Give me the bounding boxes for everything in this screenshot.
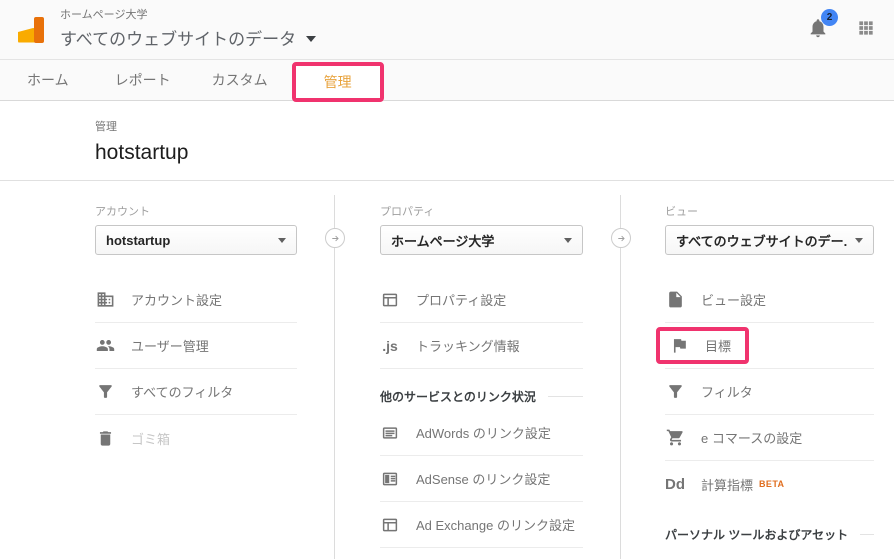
menu-item-label: e コマースの設定	[701, 431, 803, 446]
menu-item-label: AdSense のリンク設定	[416, 472, 551, 487]
column-label: プロパティ	[380, 206, 435, 218]
menu-item-adsense-link[interactable]: AdSense のリンク設定	[380, 456, 583, 502]
column-property: プロパティ ホームページ大学 プロパティ設定 .js トラッキング情報他のサービス…	[380, 203, 583, 548]
column-arrow-button[interactable]	[325, 228, 345, 248]
notifications-button[interactable]: 2	[807, 8, 838, 44]
page-title-bar: 管理 hotstartup	[0, 101, 894, 181]
column-label: アカウント	[95, 206, 150, 218]
view-selector[interactable]: すべてのウェブサイトのデー...	[665, 225, 874, 255]
file-icon	[665, 290, 685, 309]
column-divider	[620, 195, 621, 559]
menu-item-label: 計算指標	[701, 477, 754, 493]
filter-icon	[95, 382, 115, 401]
highlight-box-admin-tab: 管理	[291, 62, 384, 102]
highlight-box-goals: 目標	[656, 327, 750, 364]
tab-custom[interactable]: カスタム	[212, 70, 268, 90]
menu-item-account-settings[interactable]: アカウント設定	[95, 277, 297, 323]
caret-down-icon	[306, 35, 317, 42]
view-selector[interactable]: すべてのウェブサイトのデータ	[60, 25, 317, 50]
layout-outline-icon	[380, 291, 400, 309]
selected-value: hotstartup	[106, 232, 171, 248]
main-nav: ホーム レポート カスタム 管理	[0, 60, 894, 102]
header-actions: 2	[807, 0, 876, 60]
menu-item-label: ビュー設定	[701, 293, 767, 308]
account-name-label: ホームページ大学	[60, 9, 148, 21]
menu-item-view-settings[interactable]: ビュー設定	[665, 277, 874, 323]
filter-icon	[665, 382, 685, 401]
property-menu: プロパティ設定 .js トラッキング情報他のサービスとのリンク状況 AdWords…	[380, 277, 583, 548]
account-menu: アカウント設定 ユーザー管理 すべてのフィルタ ゴミ箱	[95, 277, 297, 461]
account-selector[interactable]: hotstartup	[95, 225, 297, 255]
menu-item-adwords-link[interactable]: AdWords のリンク設定	[380, 410, 583, 456]
menu-item-adexchange-link[interactable]: Ad Exchange のリンク設定	[380, 502, 583, 548]
caret-down-icon	[564, 237, 572, 243]
property-selector[interactable]: ホームページ大学	[380, 225, 583, 255]
view-menu: ビュー設定 目標 フィルタ e コマースの設定 Dd 計算指標 BETA パーソナル …	[656, 277, 874, 548]
view-selector-label: すべてのウェブサイトのデータ	[60, 30, 297, 49]
layout-outline-icon	[380, 516, 400, 534]
menu-item-goals[interactable]: 目標	[656, 323, 874, 369]
trash-icon	[95, 429, 115, 448]
column-view: ビュー すべてのウェブサイトのデー... ビュー設定 目標 フィルタ e コマー…	[656, 203, 874, 548]
menu-item-label: 目標	[705, 339, 732, 354]
notification-count-badge: 2	[821, 8, 838, 26]
flag-icon	[669, 336, 689, 355]
tab-home[interactable]: ホーム	[27, 70, 69, 90]
menu-item-calculated-metrics[interactable]: Dd 計算指標 BETA	[665, 461, 874, 507]
people-icon	[95, 336, 115, 355]
menu-item-label: ユーザー管理	[131, 339, 209, 354]
caret-down-icon	[278, 237, 286, 243]
section-label: 他のサービスとのリンク状況	[380, 389, 536, 404]
layout-filled-icon	[380, 470, 400, 488]
bell-icon	[807, 18, 829, 43]
dd-icon: Dd	[665, 475, 685, 493]
lines-icon	[380, 424, 400, 442]
cart-icon	[665, 428, 685, 447]
section-header: パーソナル ツールおよびアセット	[665, 520, 874, 548]
menu-item-label: AdWords のリンク設定	[416, 426, 551, 441]
section-label: パーソナル ツールおよびアセット	[665, 527, 849, 542]
column-account: アカウント hotstartup アカウント設定 ユーザー管理 すべてのフィルタ…	[95, 203, 297, 461]
js-icon: .js	[382, 337, 398, 354]
beta-badge: BETA	[759, 479, 785, 489]
analytics-logo[interactable]	[17, 15, 47, 45]
app-header: ホームページ大学 すべてのウェブサイトのデータ 2	[0, 0, 894, 60]
menu-item-label: Ad Exchange のリンク設定	[416, 518, 575, 533]
admin-columns: アカウント hotstartup アカウント設定 ユーザー管理 すべてのフィルタ…	[0, 181, 894, 559]
apps-menu-button[interactable]	[856, 18, 876, 43]
selected-value: すべてのウェブサイトのデー...	[676, 233, 847, 249]
breadcrumb: 管理	[95, 121, 117, 133]
caret-down-icon	[855, 237, 863, 243]
menu-item-trash: ゴミ箱	[95, 415, 297, 461]
menu-item-tracking-info[interactable]: .js トラッキング情報	[380, 323, 583, 369]
menu-item-label: ゴミ箱	[131, 431, 171, 447]
tab-admin[interactable]: 管理	[324, 75, 352, 89]
menu-item-label: トラッキング情報	[416, 339, 520, 354]
menu-item-property-settings[interactable]: プロパティ設定	[380, 277, 583, 323]
apps-grid-icon	[856, 18, 876, 43]
column-label: ビュー	[665, 206, 698, 218]
menu-item-label: すべてのフィルタ	[131, 385, 234, 400]
section-rule	[860, 533, 874, 535]
menu-item-label: プロパティ設定	[416, 293, 507, 308]
menu-item-all-filters[interactable]: すべてのフィルタ	[95, 369, 297, 415]
menu-item-label: アカウント設定	[131, 293, 223, 308]
menu-item-filters[interactable]: フィルタ	[665, 369, 874, 415]
section-header: 他のサービスとのリンク状況	[380, 382, 583, 410]
logo-bar-dark	[34, 16, 44, 43]
menu-item-ecommerce-settings[interactable]: e コマースの設定	[665, 415, 874, 461]
logo-bar-light	[18, 27, 35, 43]
selected-value: ホームページ大学	[391, 233, 495, 249]
menu-item-label: フィルタ	[701, 385, 753, 400]
column-arrow-button[interactable]	[611, 228, 631, 248]
page-title: hotstartup	[95, 141, 189, 164]
menu-item-user-management[interactable]: ユーザー管理	[95, 323, 297, 369]
account-header-block: ホームページ大学 すべてのウェブサイトのデータ	[60, 9, 317, 50]
tab-report[interactable]: レポート	[115, 70, 171, 90]
section-rule	[547, 395, 583, 397]
building-icon	[95, 290, 115, 309]
column-divider	[334, 195, 335, 559]
